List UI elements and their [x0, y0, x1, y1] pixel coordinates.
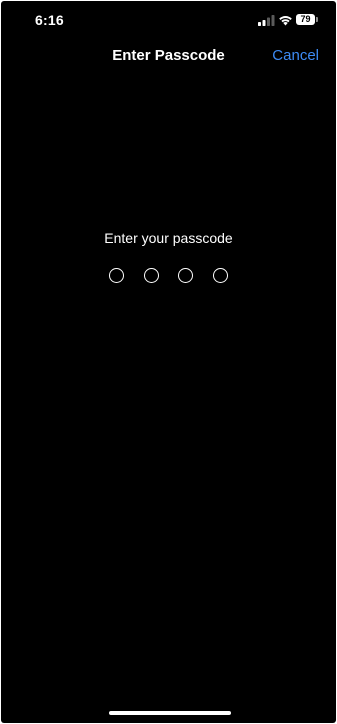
passcode-dot: [213, 268, 228, 283]
battery-icon: 79: [296, 14, 319, 26]
passcode-prompt: Enter your passcode: [104, 230, 233, 246]
cellular-signal-icon: [258, 15, 275, 26]
battery-cap: [316, 17, 318, 22]
home-indicator[interactable]: [109, 711, 231, 715]
passcode-dots: [109, 268, 230, 284]
passcode-dot: [178, 268, 193, 283]
passcode-screen: 6:16 79 Enter Passcode Cancel Enter your…: [1, 1, 336, 723]
passcode-dot: [144, 268, 159, 283]
status-time: 6:16: [35, 12, 64, 28]
wifi-icon: [279, 16, 292, 26]
status-bar: 6:16 79: [1, 1, 336, 39]
battery-level: 79: [296, 14, 315, 25]
cancel-button[interactable]: Cancel: [272, 47, 319, 64]
passcode-dot: [109, 268, 124, 283]
